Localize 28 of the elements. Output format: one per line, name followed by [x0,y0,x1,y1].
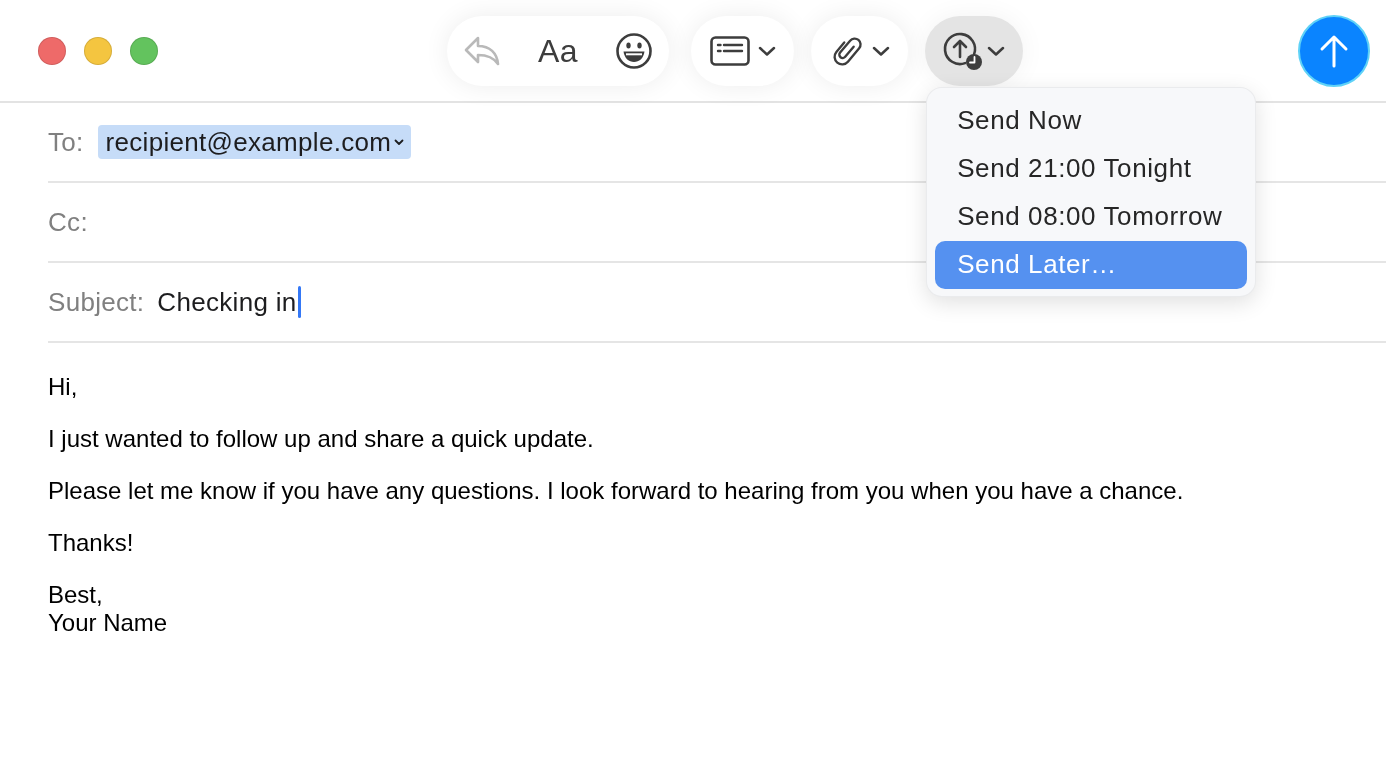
recipient-token[interactable]: recipient@example.com [97,125,412,159]
text-cursor [297,286,301,318]
menu-item[interactable]: Send Now [935,96,1248,145]
list-window-icon [710,35,751,66]
close-button[interactable] [38,36,66,65]
emoji-button[interactable] [615,31,654,70]
format-button[interactable]: Aa [536,30,581,71]
field-label: Subject: [48,286,145,318]
body-paragraph: Hi, [48,373,78,401]
minimize-button[interactable] [84,36,112,65]
chevron-down-icon [394,138,405,146]
chevron-down-icon [758,45,777,56]
smiley-icon [615,31,654,70]
arrow-up-icon [1318,33,1350,68]
body-paragraph: Best, Your Name [48,581,168,637]
reply-arrow-icon [463,34,501,67]
menu-item[interactable]: Send 08:00 Tomorrow [935,192,1248,241]
chevron-down-icon [872,45,891,56]
body-paragraph: I just wanted to follow up and share a quick update. [48,425,594,453]
upload-clock-icon [942,30,985,71]
body-paragraph: Please let me know if you have any questions. I look forward to hearing from you when you have a chance. [48,477,1184,505]
menu-item[interactable]: Send 21:00 Tonight [935,144,1248,193]
chevron-down-icon [987,45,1006,56]
field-label: Cc: [48,206,88,238]
zoom-button[interactable] [130,36,158,65]
body-paragraph: Thanks! [48,529,134,557]
field-label: To: [48,126,84,158]
subject-field[interactable]: Checking in [157,282,301,322]
